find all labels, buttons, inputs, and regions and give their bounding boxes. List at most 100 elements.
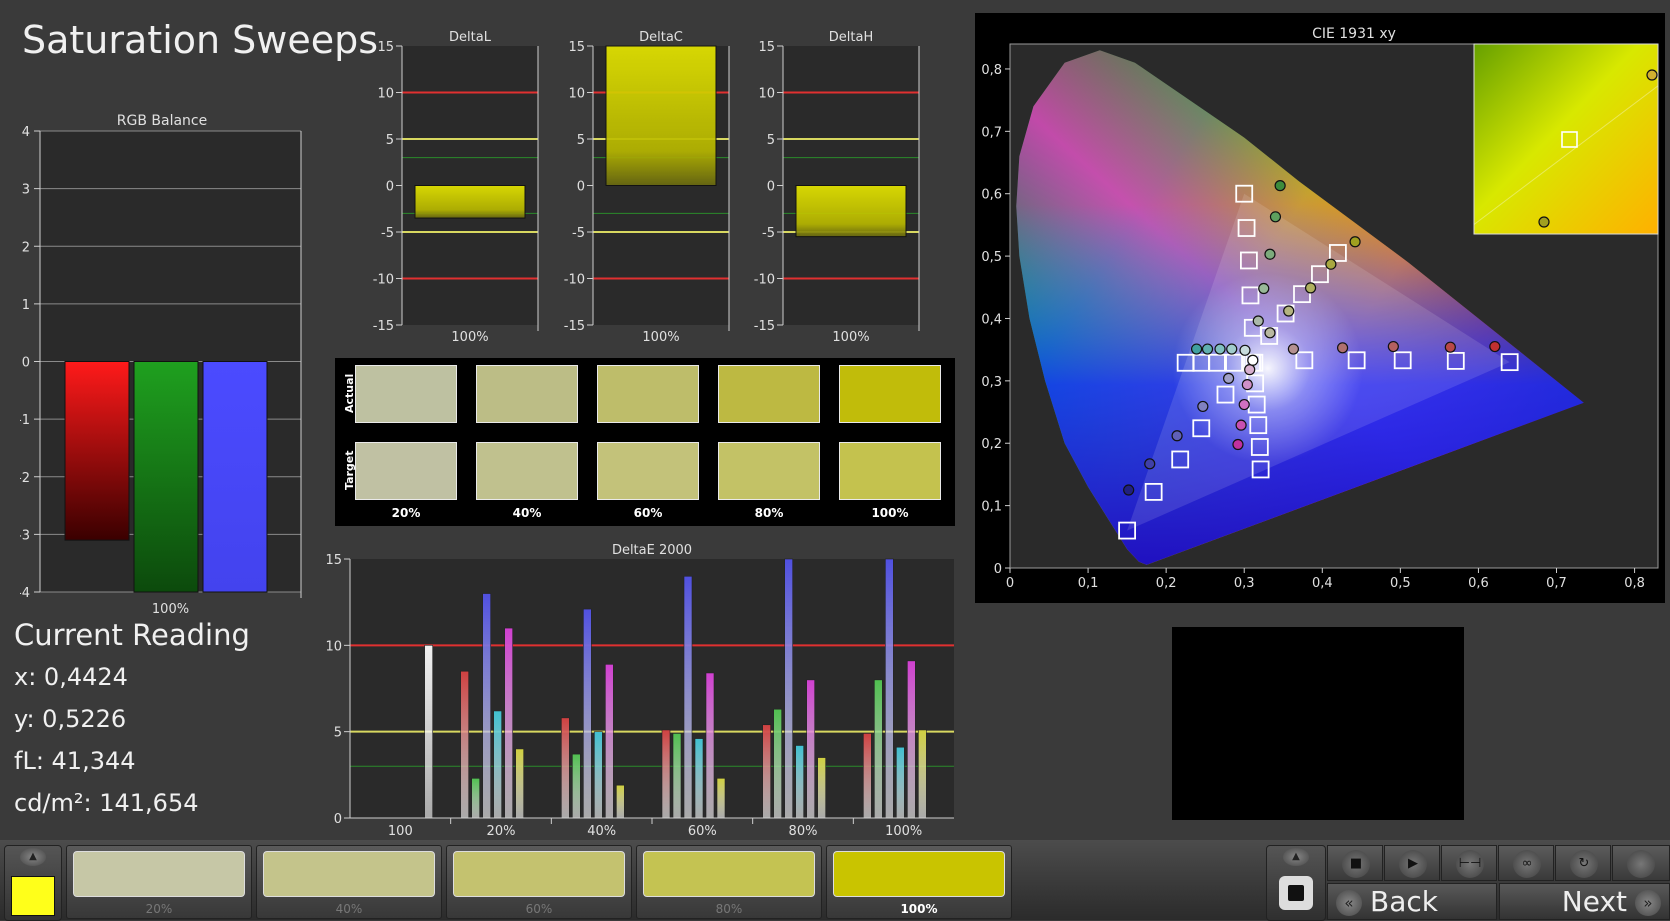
next-label: Next	[1561, 885, 1627, 918]
cie-measured-point	[1190, 343, 1203, 355]
back-button[interactable]: « Back	[1327, 883, 1497, 920]
delta-e-category-label: 20%	[487, 824, 516, 838]
rgb-tick-label: -2	[20, 471, 30, 486]
delta-e-bar	[716, 777, 726, 819]
cie-measured-point	[1238, 398, 1250, 411]
delta-e-bar	[460, 670, 469, 819]
delta-e-category-label: 100%	[885, 824, 922, 838]
target-swatch	[476, 442, 578, 500]
delta-title: DeltaC	[639, 30, 683, 45]
actual-swatch	[718, 365, 820, 423]
delta-c-chart: DeltaC 15 10 5 0 -5 -10 -15 100%	[564, 30, 730, 345]
swatch-column-label: 60%	[633, 506, 663, 520]
sweep-step-button[interactable]: 100%	[826, 845, 1012, 919]
stop-button[interactable]: ■	[1327, 845, 1383, 881]
cie-y-tick-label: 0	[994, 562, 1002, 577]
cie-measured-point	[1274, 180, 1286, 192]
sweep-step-button[interactable]: 20%	[66, 845, 252, 919]
loop-button[interactable]: ∞	[1498, 845, 1554, 881]
delta-e-bar	[694, 738, 704, 819]
stop-icon: ■	[1342, 850, 1370, 878]
delta-e-category-label: 60%	[688, 824, 717, 838]
swatch-column-label: 80%	[754, 506, 784, 520]
delta-e-bar	[493, 710, 502, 819]
cie-x-tick-label: 0,4	[1312, 576, 1333, 591]
delta-tick-label: 5	[386, 133, 394, 148]
record-icon	[1627, 850, 1655, 878]
cie-measured-point	[1269, 211, 1282, 223]
sweep-step-button[interactable]: 40%	[256, 845, 442, 919]
cie-measured-point	[1235, 419, 1247, 431]
cie-y-tick-label: 0,3	[981, 375, 1002, 390]
sweep-step-button[interactable]: 60%	[446, 845, 632, 919]
cie-measured-point	[1258, 282, 1270, 295]
current-color-swatch	[11, 876, 55, 916]
stop-measure-button[interactable]: ▲	[1266, 845, 1326, 921]
rgb-bar	[133, 361, 199, 593]
cie-inset-measured-point	[1646, 69, 1658, 81]
reading-cdm2: cd/m²: 141,654	[14, 789, 199, 817]
delta-e-bar	[806, 679, 815, 819]
sweep-step-label: 100%	[900, 902, 938, 916]
delta-e-bar	[863, 733, 872, 819]
rgb-category-label: 100%	[152, 602, 189, 617]
delta-tick-label: -10	[564, 273, 585, 288]
delta-e-bar	[471, 777, 480, 819]
delta-bar	[795, 185, 907, 238]
expand-up-icon[interactable]: ▲	[1283, 848, 1309, 866]
delta-tick-label: 0	[767, 180, 775, 195]
current-color-button[interactable]: ▲	[4, 845, 62, 921]
cie-measured-point	[1241, 379, 1253, 391]
delta-tick-label: -15	[564, 319, 585, 334]
delta-e-chart: DeltaE 2000 15 10 5 0 100 20% 40% 60% 80% 100%	[325, 543, 954, 838]
cie-1931-chart: CIE 1931 xy 0 0,1 0,2 0,3 0,4 0,5 0,6 0,7 0,8 0 0,1…	[981, 26, 1659, 591]
range-icon: ⊢⊣	[1456, 850, 1484, 878]
chevron-right-icon: »	[1635, 890, 1661, 916]
cie-title: CIE 1931 xy	[1312, 26, 1396, 42]
cie-measured-point	[1287, 343, 1300, 355]
delta-e-bar	[672, 733, 682, 819]
current-reading-panel: Current Reading x: 0,4424 y: 0,5226 fL: …	[14, 618, 250, 824]
sweep-step-button[interactable]: 80%	[636, 845, 822, 919]
cie-x-tick-label: 0,2	[1156, 576, 1177, 591]
delta-l-chart: DeltaL 15 10 5 0 -5 -10 -15 100%	[373, 30, 539, 345]
range-button[interactable]: ⊢⊣	[1441, 845, 1497, 881]
current-reading-heading: Current Reading	[14, 618, 250, 652]
rgb-bar	[202, 361, 268, 593]
record-button[interactable]	[1612, 845, 1670, 881]
cie-measured-point	[1264, 248, 1276, 260]
delta-e-bar	[795, 745, 804, 819]
target-swatch	[839, 442, 941, 500]
cie-x-tick-label: 0	[1006, 576, 1014, 591]
cie-measured-point	[1197, 400, 1209, 413]
refresh-button[interactable]: ↻	[1555, 845, 1611, 881]
delta-e-tick-label: 10	[325, 639, 342, 654]
delta-category-label: 100%	[642, 330, 679, 345]
cie-measured-point	[1336, 342, 1349, 354]
play-button[interactable]: ▶	[1384, 845, 1440, 881]
cie-x-tick-label: 0,6	[1468, 576, 1489, 591]
delta-e-bar	[616, 784, 625, 819]
delta-tick-label: 5	[577, 133, 585, 148]
actual-swatch	[476, 365, 578, 423]
cie-y-tick-label: 0,1	[981, 500, 1002, 515]
rgb-balance-title: RGB Balance	[117, 113, 207, 129]
cie-x-tick-label: 0,3	[1234, 576, 1255, 591]
cie-measured-point	[1244, 364, 1256, 376]
next-button[interactable]: Next »	[1499, 883, 1670, 920]
delta-e-category-label: 80%	[789, 824, 818, 838]
delta-e-bar	[896, 746, 905, 819]
delta-tick-label: 5	[767, 133, 775, 148]
delta-e-bar	[762, 724, 771, 819]
delta-e-bar	[907, 660, 916, 819]
rgb-tick-label: 2	[22, 240, 30, 255]
cie-y-tick-label: 0,6	[981, 188, 1002, 203]
actual-swatch	[597, 365, 699, 423]
refresh-icon: ↻	[1570, 850, 1598, 878]
cie-y-tick-label: 0,7	[981, 125, 1002, 140]
delta-e-bar	[515, 748, 524, 819]
collapse-up-icon[interactable]: ▲	[20, 848, 46, 866]
actual-target-panel: Actual Target 20% 40% 60% 80% 100%	[335, 358, 955, 526]
delta-e-bar	[661, 729, 671, 819]
delta-e-tick-label: 0	[334, 812, 342, 827]
